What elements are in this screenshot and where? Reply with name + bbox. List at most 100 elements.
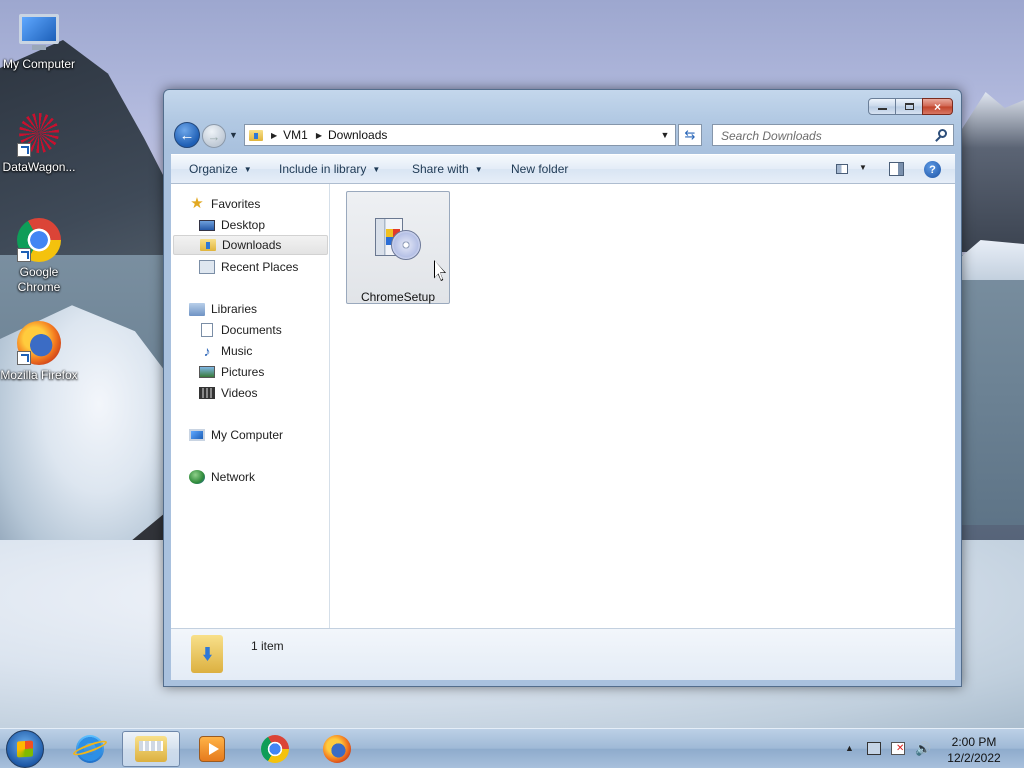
close-icon: × xyxy=(933,99,941,114)
details-pane: 1 item xyxy=(171,628,955,680)
arrow-right-icon: → xyxy=(207,128,221,144)
new-folder-label: New folder xyxy=(511,162,569,176)
nav-network-label: Network xyxy=(211,470,256,484)
chevron-down-icon: ▼ xyxy=(372,165,381,174)
pictures-icon xyxy=(199,366,215,378)
address-history-dropdown[interactable]: ▼ xyxy=(655,125,675,145)
internet-explorer-icon xyxy=(76,735,104,763)
taskbar-mozilla-firefox[interactable] xyxy=(308,731,366,767)
recent-places-icon xyxy=(199,260,215,274)
share-with-button[interactable]: Share with ▼ xyxy=(412,162,483,176)
firefox-icon xyxy=(323,735,351,763)
taskbar-windows-explorer[interactable] xyxy=(122,731,180,767)
chevron-right-icon[interactable]: ▶ xyxy=(271,131,277,140)
window-controls: × xyxy=(868,98,953,115)
nav-my-computer[interactable]: My Computer xyxy=(189,425,347,445)
minimize-icon xyxy=(877,108,887,110)
nav-network[interactable]: Network xyxy=(189,467,347,487)
start-button[interactable] xyxy=(6,730,44,768)
firefox-icon xyxy=(17,321,61,365)
forward-button[interactable]: → xyxy=(202,124,226,148)
taskbar-windows-media-player[interactable] xyxy=(183,731,241,767)
nav-item-label: Pictures xyxy=(221,365,265,379)
chrome-icon xyxy=(261,735,289,763)
navigation-bar: ← → ▼ ▶ VM1 ▶ Downloads ▼ ⇆ xyxy=(172,122,954,148)
change-view-icon[interactable] xyxy=(836,164,848,174)
taskbar-internet-explorer[interactable] xyxy=(61,731,119,767)
file-list-area[interactable]: ChromeSetup xyxy=(330,184,955,628)
cd-disc-icon xyxy=(391,230,421,260)
nav-my-computer-label: My Computer xyxy=(211,428,284,442)
desktop-icon-datawagon[interactable]: DataWagon... xyxy=(0,113,78,175)
search-icon[interactable] xyxy=(938,129,947,138)
libraries-icon xyxy=(189,302,205,316)
preview-pane-icon[interactable] xyxy=(889,162,904,176)
chevron-right-icon[interactable]: ▶ xyxy=(316,131,322,140)
nav-item-label: Recent Places xyxy=(221,260,299,274)
include-in-library-button[interactable]: Include in library ▼ xyxy=(279,162,380,176)
back-button[interactable]: ← xyxy=(174,122,200,148)
refresh-button[interactable]: ⇆ xyxy=(678,124,702,146)
search-input[interactable] xyxy=(719,126,933,146)
taskbar: ▲ 🔊 2:00 PM 12/2/2022 xyxy=(0,728,1024,768)
chevron-down-icon: ▼ xyxy=(243,165,252,174)
share-with-label: Share with xyxy=(412,162,469,176)
close-button[interactable]: × xyxy=(922,98,953,115)
refresh-icon: ⇆ xyxy=(684,127,696,142)
nav-libraries[interactable]: Libraries xyxy=(189,299,347,319)
media-player-icon xyxy=(199,736,225,762)
restore-icon xyxy=(904,103,914,110)
recent-pages-dropdown[interactable]: ▼ xyxy=(229,130,238,140)
desktop-icon-label: Mozilla Firefox xyxy=(0,368,78,382)
computer-icon xyxy=(189,429,205,441)
star-icon: ★ xyxy=(190,195,204,212)
nav-item-label: Documents xyxy=(221,323,282,337)
volume-icon[interactable]: 🔊 xyxy=(915,742,931,755)
breadcrumb-vm1[interactable]: VM1 xyxy=(283,128,308,142)
search-box[interactable] xyxy=(712,124,954,146)
minimize-button[interactable] xyxy=(868,98,896,115)
nav-item-downloads[interactable]: Downloads xyxy=(173,235,328,255)
new-folder-button[interactable]: New folder xyxy=(511,162,568,176)
nav-favorites[interactable]: ★ Favorites xyxy=(189,194,347,214)
file-name: ChromeSetup xyxy=(360,290,436,304)
explorer-window[interactable]: × ← → ▼ ▶ VM1 ▶ Downloads ▼ ⇆ Organize ▼ … xyxy=(163,89,962,687)
arrow-left-icon: ← xyxy=(179,126,195,144)
music-note-icon: ♪ xyxy=(203,343,211,359)
network-tray-icon[interactable] xyxy=(867,742,881,755)
folder-icon xyxy=(135,736,167,762)
nav-item-label: Downloads xyxy=(222,238,282,252)
shortcut-arrow-icon xyxy=(17,248,31,262)
file-item-chromesetup[interactable]: ChromeSetup xyxy=(346,191,450,304)
desktop-icon-label: DataWagon... xyxy=(2,160,76,174)
desktop-icon-google-chrome[interactable]: Google Chrome xyxy=(0,218,78,295)
taskbar-google-chrome[interactable] xyxy=(246,731,304,767)
navigation-pane: ★ Favorites Desktop Downloads Recent Pla… xyxy=(171,184,330,628)
organize-button[interactable]: Organize ▼ xyxy=(189,162,252,176)
downloads-folder-icon xyxy=(200,239,216,251)
desktop-icon-label: My Computer xyxy=(2,57,76,71)
desktop-icon-mozilla-firefox[interactable]: Mozilla Firefox xyxy=(0,321,78,383)
downloads-folder-large-icon xyxy=(191,635,223,673)
documents-icon xyxy=(201,323,213,337)
datawagon-icon xyxy=(17,113,61,157)
system-clock[interactable]: 2:00 PM 12/2/2022 xyxy=(942,734,1006,766)
chevron-down-icon: ▼ xyxy=(474,165,483,174)
breadcrumb-downloads[interactable]: Downloads xyxy=(328,128,387,142)
monitor-icon xyxy=(17,10,61,54)
clock-date: 12/2/2022 xyxy=(947,751,1001,765)
nav-favorites-label: Favorites xyxy=(211,197,261,211)
nav-item-label: Music xyxy=(221,344,253,358)
help-icon[interactable]: ? xyxy=(924,161,941,178)
action-center-flag-icon[interactable] xyxy=(891,742,905,755)
desktop-icon-label: Google Chrome xyxy=(17,265,61,294)
show-hidden-icons-button[interactable]: ▲ xyxy=(845,743,854,753)
desktop-icon-my-computer[interactable]: My Computer xyxy=(0,10,78,72)
include-in-library-label: Include in library xyxy=(279,162,367,176)
address-bar[interactable]: ▶ VM1 ▶ Downloads ▼ xyxy=(244,124,676,146)
shortcut-arrow-icon xyxy=(17,351,31,365)
restore-button[interactable] xyxy=(895,98,923,115)
nav-item-label: Videos xyxy=(221,386,258,400)
view-options-dropdown[interactable]: ▼ xyxy=(859,163,867,172)
installer-icon xyxy=(375,214,423,264)
